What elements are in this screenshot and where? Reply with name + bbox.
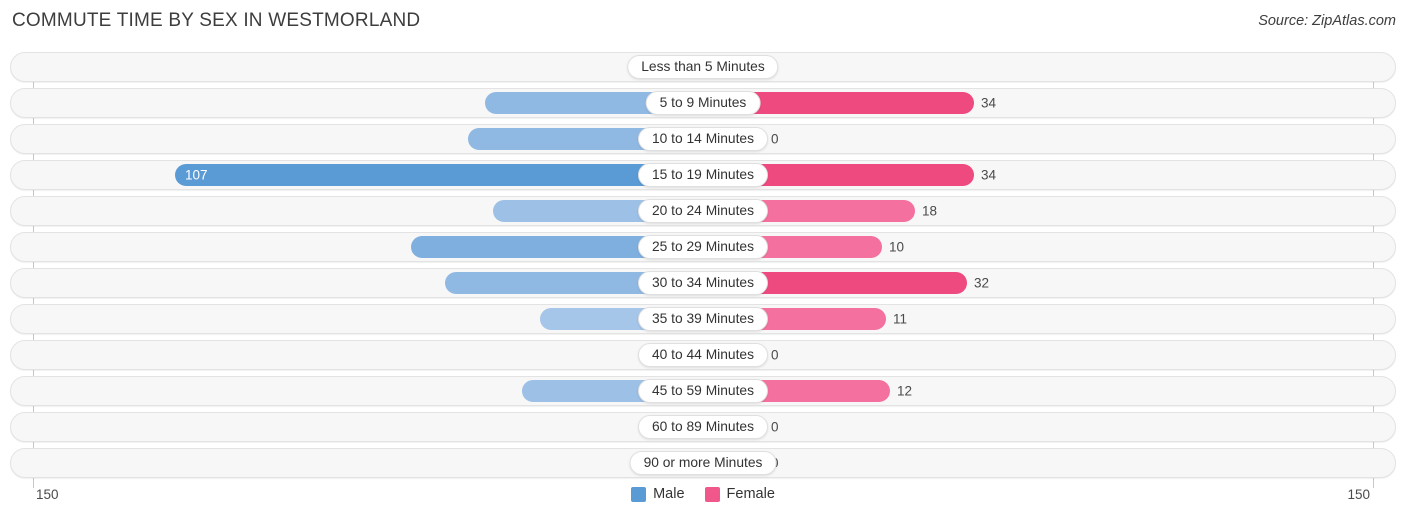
category-label: 40 to 44 Minutes: [637, 343, 769, 367]
bar-rows: 00Less than 5 Minutes23345 to 9 Minutes2…: [10, 52, 1396, 478]
legend-label-male: Male: [653, 486, 685, 502]
legend-swatch-male: [631, 486, 647, 502]
category-label: 5 to 9 Minutes: [645, 91, 761, 115]
legend-item-male[interactable]: Male: [631, 486, 685, 502]
category-label: 25 to 29 Minutes: [637, 235, 769, 259]
legend-label-female: Female: [726, 486, 775, 502]
category-label: 35 to 39 Minutes: [637, 307, 769, 331]
female-value-label: 0: [771, 131, 779, 147]
category-label: 20 to 24 Minutes: [637, 199, 769, 223]
female-value-label: 11: [893, 311, 908, 327]
chart-legend: Male Female: [0, 486, 1406, 502]
bar-row[interactable]: 27010 to 14 Minutes: [10, 124, 1396, 154]
source-attribution: Source: ZipAtlas.com: [1258, 13, 1396, 29]
bar-row[interactable]: 211820 to 24 Minutes: [10, 196, 1396, 226]
page-title: COMMUTE TIME BY SEX IN WESTMORLAND: [12, 10, 421, 31]
bar-row[interactable]: 343230 to 34 Minutes: [10, 268, 1396, 298]
female-value-label: 10: [889, 239, 905, 255]
female-value-label: 18: [922, 203, 938, 219]
bar-row[interactable]: 71135 to 39 Minutes: [10, 304, 1396, 334]
bar-row[interactable]: 0040 to 44 Minutes: [10, 340, 1396, 370]
legend-swatch-female: [704, 486, 720, 502]
male-value-label: 107: [185, 167, 208, 183]
bar-row[interactable]: 441025 to 29 Minutes: [10, 232, 1396, 262]
female-value-label: 12: [897, 383, 913, 399]
bar-row[interactable]: 0090 or more Minutes: [10, 448, 1396, 478]
chart-container: COMMUTE TIME BY SEX IN WESTMORLAND Sourc…: [0, 0, 1406, 523]
category-label: 15 to 19 Minutes: [637, 163, 769, 187]
category-label: Less than 5 Minutes: [627, 55, 779, 79]
male-bar[interactable]: 107: [175, 164, 702, 186]
plot-area: 00Less than 5 Minutes23345 to 9 Minutes2…: [10, 52, 1396, 488]
female-value-label: 0: [771, 419, 779, 435]
bar-row[interactable]: 0060 to 89 Minutes: [10, 412, 1396, 442]
bar-row[interactable]: 00Less than 5 Minutes: [10, 52, 1396, 82]
bar-row[interactable]: 111245 to 59 Minutes: [10, 376, 1396, 406]
female-value-label: 34: [981, 167, 997, 183]
category-label: 45 to 59 Minutes: [637, 379, 769, 403]
female-value-label: 34: [981, 95, 997, 111]
bar-row[interactable]: 107 34 15 to 19 Minutes: [10, 160, 1396, 190]
category-label: 30 to 34 Minutes: [637, 271, 769, 295]
female-value-label: 0: [771, 347, 779, 363]
legend-item-female[interactable]: Female: [704, 486, 775, 502]
category-label: 90 or more Minutes: [629, 451, 777, 475]
female-value-label: 32: [974, 275, 990, 291]
category-label: 60 to 89 Minutes: [637, 415, 769, 439]
category-label: 10 to 14 Minutes: [637, 127, 769, 151]
bar-row[interactable]: 23345 to 9 Minutes: [10, 88, 1396, 118]
